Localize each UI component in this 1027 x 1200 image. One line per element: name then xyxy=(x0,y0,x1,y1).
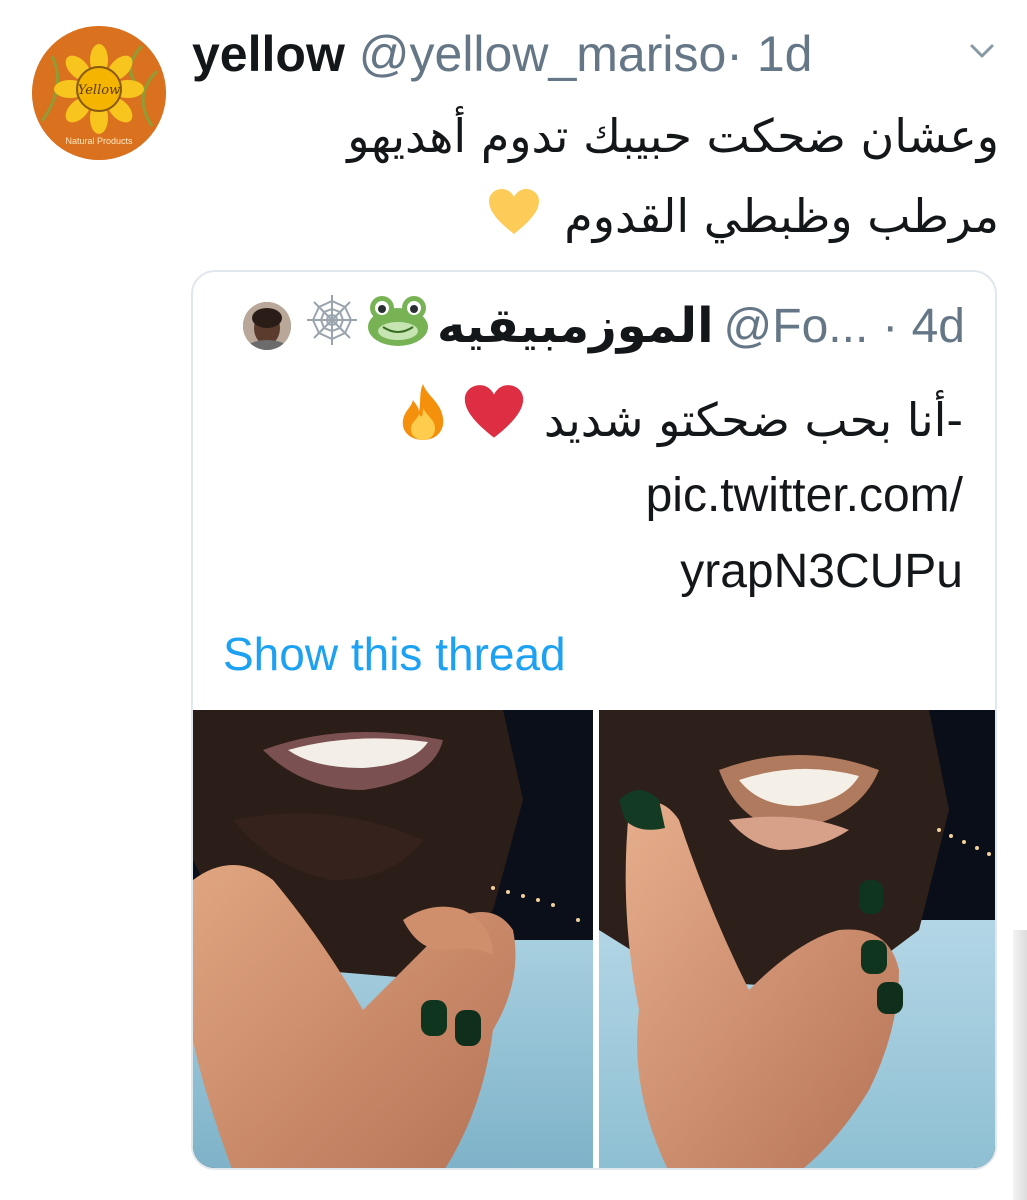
tweet-time[interactable]: 1d xyxy=(757,26,813,82)
yellow-heart-icon xyxy=(488,180,540,260)
quoted-tweet-card[interactable]: الموزمبيقيه @Fo... · 4d -أنا بحب ضحكتو ش… xyxy=(191,270,997,1170)
spider-web-icon xyxy=(305,293,359,359)
quoted-photo-1[interactable] xyxy=(193,710,593,1168)
show-this-thread-link[interactable]: Show this thread xyxy=(223,627,566,681)
quoted-tweet-text: -أنا بحب ضحكتو شديد xyxy=(223,380,963,466)
quoted-author-avatar[interactable] xyxy=(242,302,291,350)
tweet-text-line-2-text: مرطب وظبطي القدوم xyxy=(564,189,999,243)
yellow-logo-icon: Yellow Natural Products xyxy=(32,26,166,160)
quoted-author-handle[interactable]: @Fo... xyxy=(724,299,869,354)
quoted-tweet-time[interactable]: 4d xyxy=(912,299,965,354)
quoted-tweet-header: الموزمبيقيه @Fo... · 4d xyxy=(242,293,965,359)
quoted-author-name[interactable]: الموزمبيقيه xyxy=(437,298,714,354)
separator-dot: · xyxy=(882,299,899,353)
quoted-tweet-link-line-1: pic.twitter.com/ xyxy=(645,469,963,522)
fire-icon xyxy=(397,382,449,466)
quoted-tweet-media xyxy=(193,710,995,1168)
quoted-photo-2[interactable] xyxy=(599,710,995,1168)
svg-text:Yellow: Yellow xyxy=(78,83,120,98)
frog-face-icon xyxy=(365,293,431,359)
tweet-text-line-2: مرطب وظبطي القدوم xyxy=(199,176,999,260)
scrollbar[interactable] xyxy=(1013,930,1027,1200)
quoted-tweet-link[interactable]: pic.twitter.com/ yrapN3CUPu xyxy=(223,458,963,610)
quoted-tweet-link-line-2: yrapN3CUPu xyxy=(680,545,963,598)
quoted-tweet-text-content: -أنا بحب ضحكتو شديد xyxy=(543,393,963,447)
svg-text:Natural Products: Natural Products xyxy=(65,136,133,146)
author-handle[interactable]: @yellow_mariso xyxy=(359,26,727,82)
author-avatar[interactable]: Yellow Natural Products xyxy=(32,26,166,160)
more-options-chevron-icon[interactable] xyxy=(962,36,1002,66)
tweet-text-line-1: وعشان ضحكت حبيبك تدوم أهديهو xyxy=(347,109,999,163)
tweet-header: yellow @yellow_mariso· 1d xyxy=(192,26,812,82)
separator-dot: · xyxy=(726,26,743,82)
author-name[interactable]: yellow xyxy=(192,26,345,82)
tweet-text: وعشان ضحكت حبيبك تدوم أهديهو مرطب وظبطي … xyxy=(199,96,999,260)
red-heart-icon xyxy=(463,384,525,464)
